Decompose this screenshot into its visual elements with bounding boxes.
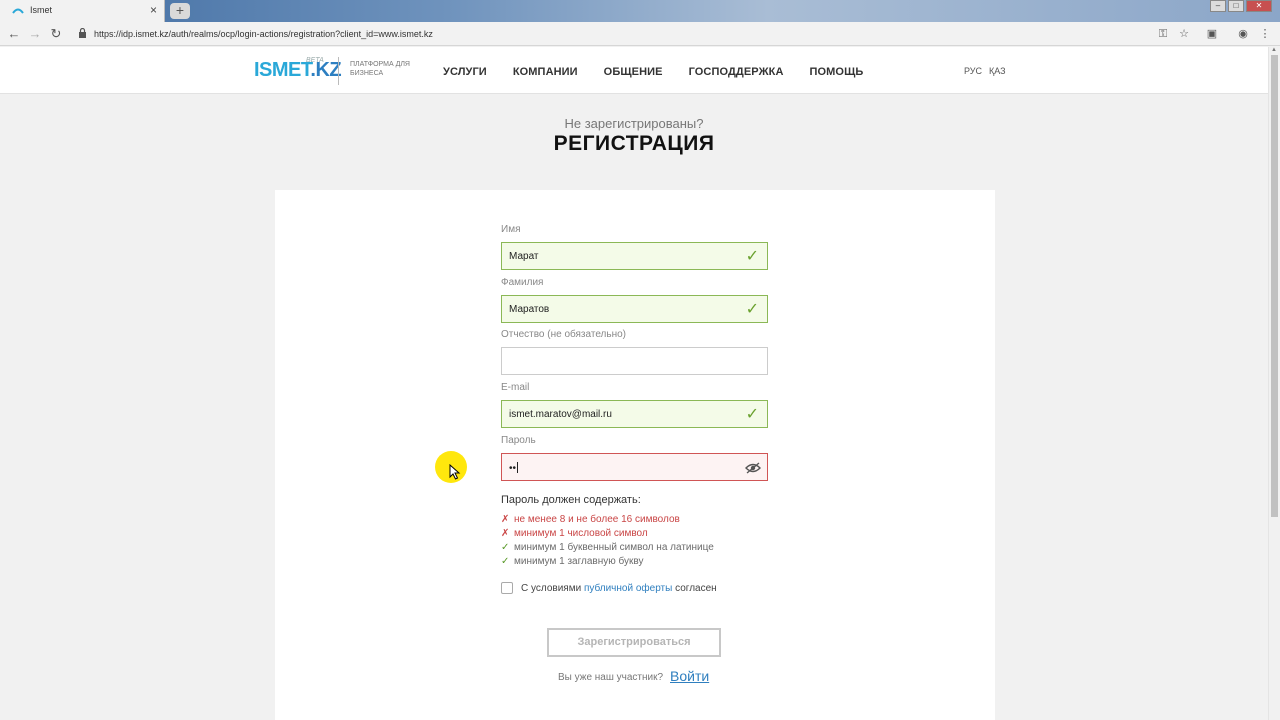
bookmark-star-icon[interactable]: ☆ [1177, 27, 1191, 41]
middle-name-label: Отчество (не обязательно) [501, 329, 627, 340]
requirement-uppercase: ✓ минимум 1 заглавную букву [501, 556, 644, 567]
nav-services[interactable]: УСЛУГИ [443, 66, 487, 78]
logo-text: ISMET.KZ [254, 59, 342, 81]
logo-beta: BETA [306, 57, 324, 64]
email-field[interactable]: ismet.maratov@mail.ru ✓ [501, 400, 768, 428]
cross-icon: ✗ [501, 514, 510, 525]
middle-name-field[interactable] [501, 347, 768, 375]
key-icon[interactable]: ⚿ [1156, 27, 1170, 41]
requirement-digit: ✗ минимум 1 числовой символ [501, 528, 648, 539]
first-name-value: Марат [509, 251, 539, 262]
requirement-latin: ✓ минимум 1 буквенный символ на латинице [501, 542, 714, 553]
nav-gov-support[interactable]: ГОСПОДДЕРЖКА [689, 66, 784, 78]
url-text: https://idp.ismet.kz/auth/realms/ocp/log… [94, 29, 433, 39]
browser-tab-strip: Ismet × + – □ ✕ [0, 0, 1280, 22]
valid-check-icon: ✓ [745, 406, 759, 423]
check-icon: ✓ [501, 556, 510, 567]
password-requirements-title: Пароль должен содержать: [501, 494, 641, 506]
ismet-logo[interactable]: ISMET.KZ BETA ПЛАТФОРМА ДЛЯ БИЗНЕСА [254, 57, 410, 85]
menu-dots-icon[interactable]: ⋮ [1258, 27, 1272, 41]
register-button[interactable]: Зарегистрироваться [547, 628, 721, 657]
page-title: РЕГИСТРАЦИЯ [553, 132, 715, 155]
email-label: E-mail [501, 382, 530, 393]
requirement-length: ✗ не менее 8 и не более 16 символов [501, 514, 680, 525]
scroll-up-icon[interactable]: ▲ [1271, 47, 1277, 53]
cross-icon: ✗ [501, 528, 510, 539]
valid-check-icon: ✓ [745, 248, 759, 265]
logo-divider [338, 57, 339, 85]
offer-agreement-checkbox[interactable] [501, 582, 513, 594]
already-member-text: Вы уже наш участник? [558, 672, 664, 683]
profile-icon[interactable]: ◉ [1236, 27, 1250, 41]
window-close-icon[interactable]: ✕ [1246, 0, 1272, 12]
web-page: ISMET.KZ BETA ПЛАТФОРМА ДЛЯ БИЗНЕСА УСЛУ… [0, 47, 1268, 720]
last-name-value: Маратов [509, 304, 550, 315]
offer-agreement-text: С условиями публичной оферты согласен [521, 583, 717, 594]
forward-arrow-icon[interactable]: → [27, 25, 43, 43]
password-value: •• [509, 462, 519, 474]
password-label: Пароль [501, 435, 536, 446]
nav-help[interactable]: ПОМОЩЬ [810, 66, 864, 78]
login-link[interactable]: Войти [670, 668, 709, 684]
lang-ru[interactable]: РУС [964, 66, 982, 76]
email-value: ismet.maratov@mail.ru [509, 409, 612, 420]
show-password-eye-icon[interactable] [745, 462, 761, 474]
valid-check-icon: ✓ [745, 301, 759, 318]
last-name-field[interactable]: Маратов ✓ [501, 295, 768, 323]
address-bar[interactable]: https://idp.ismet.kz/auth/realms/ocp/log… [70, 24, 1200, 44]
minimize-icon[interactable]: – [1210, 0, 1226, 12]
first-name-label: Имя [501, 224, 521, 235]
main-nav: УСЛУГИ КОМПАНИИ ОБЩЕНИЕ ГОСПОДДЕРЖКА ПОМ… [443, 66, 889, 78]
new-tab-button[interactable]: + [170, 3, 190, 19]
logo-subtitle: ПЛАТФОРМА ДЛЯ БИЗНЕСА [350, 61, 410, 77]
nav-communication[interactable]: ОБЩЕНИЕ [604, 66, 663, 78]
public-offer-link[interactable]: публичной оферты [584, 583, 672, 594]
reload-icon[interactable]: ↻ [48, 25, 64, 43]
first-name-field[interactable]: Марат ✓ [501, 242, 768, 270]
back-arrow-icon[interactable]: ← [6, 25, 22, 43]
tab-title: Ismet [30, 5, 53, 15]
last-name-label: Фамилия [501, 277, 544, 288]
page-scrollbar[interactable]: ▲ [1268, 47, 1280, 720]
lock-icon [79, 28, 86, 38]
page-subtitle: Не зарегистрированы? [564, 116, 704, 131]
tab-close-icon[interactable]: × [150, 3, 157, 17]
text-caret [517, 462, 519, 473]
maximize-icon[interactable]: □ [1228, 0, 1244, 12]
site-favicon-icon [12, 8, 24, 14]
password-field[interactable]: •• [501, 453, 768, 481]
site-header: ISMET.KZ BETA ПЛАТФОРМА ДЛЯ БИЗНЕСА УСЛУ… [0, 47, 1268, 94]
extension-icon[interactable]: ▣ [1205, 27, 1219, 41]
browser-toolbar: ← → ↻ https://idp.ismet.kz/auth/realms/o… [0, 22, 1280, 46]
check-icon: ✓ [501, 542, 510, 553]
mouse-cursor-icon [449, 464, 461, 480]
browser-tab[interactable]: Ismet × [0, 0, 165, 22]
scrollbar-thumb[interactable] [1271, 55, 1278, 517]
lang-kz[interactable]: ҚАЗ [989, 66, 1006, 76]
nav-companies[interactable]: КОМПАНИИ [513, 66, 578, 78]
